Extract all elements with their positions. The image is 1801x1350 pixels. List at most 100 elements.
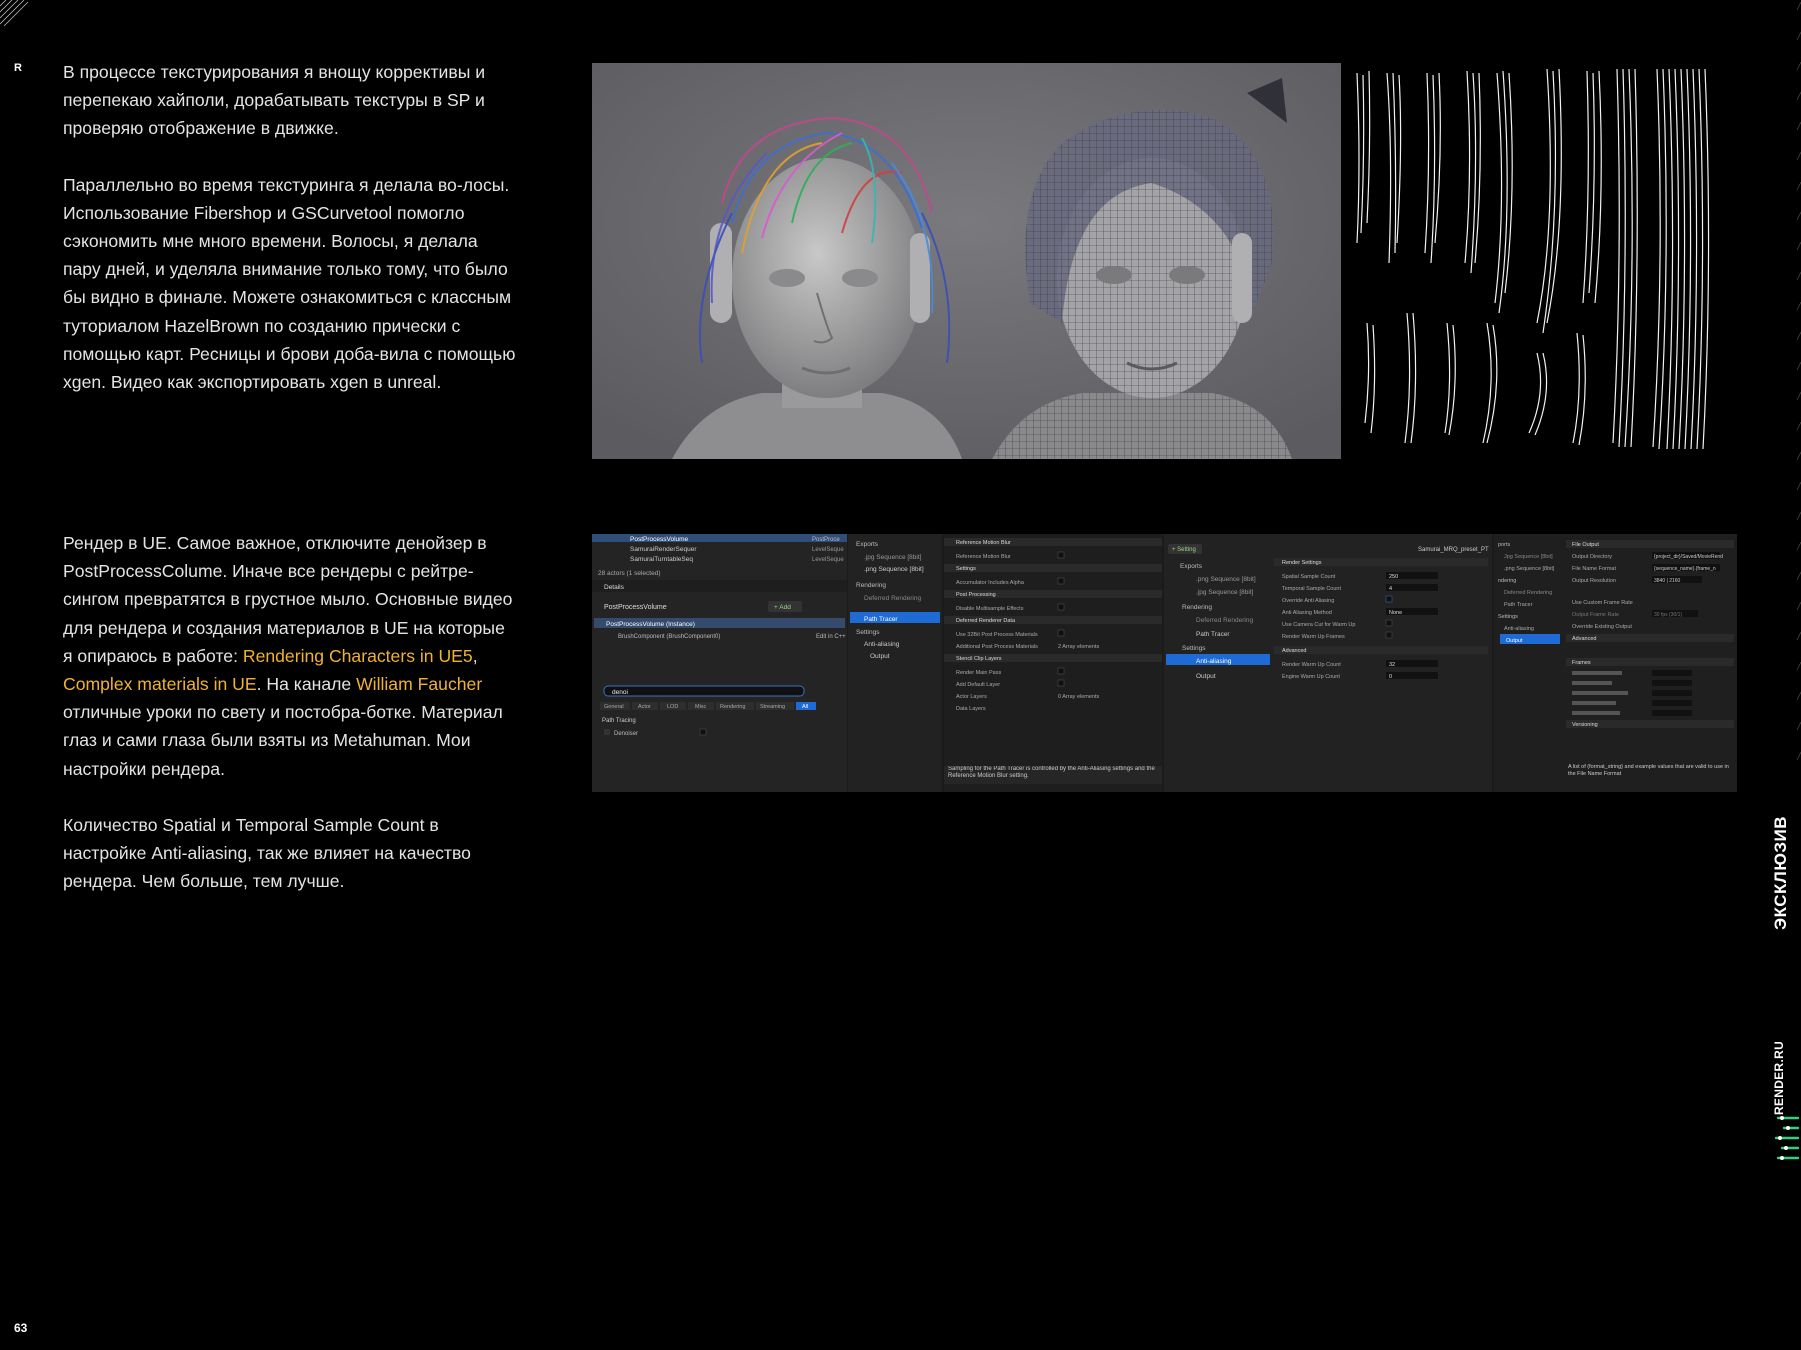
svg-text:Anti-aliasing: Anti-aliasing [864,641,900,648]
hair-model-illustration [592,63,1341,459]
ue-pt-tooltip: Sampling for the Path Tracer is controll… [948,766,1155,779]
link-rendering-characters[interactable]: Rendering Characters in UE5 [243,646,473,666]
svg-text:Anti-aliasing: Anti-aliasing [1196,658,1232,665]
link-complex-materials[interactable]: Complex materials in UE [63,674,257,694]
svg-text:Settings: Settings [1498,614,1518,620]
corner-hatch-decoration [0,0,29,27]
svg-text:Exports: Exports [856,541,879,548]
site-label-render-ru: RENDER.RU [1772,1040,1786,1115]
svg-text:PostProce: PostProce [812,537,840,543]
svg-text:Output Frame Rate: Output Frame Rate [1572,612,1619,618]
section-label-exclusive: ЭКСКЛЮЗИВ [1771,815,1790,930]
paragraph-texturing: В процессе текстурирования я внощу корре… [63,62,486,139]
svg-text:Anti Aliasing Method: Anti Aliasing Method [1282,610,1332,616]
ue-outliner-panel: PostProcessVolume PostProce SamuraiRende… [592,534,847,792]
svg-text:LevelSeque: LevelSeque [812,557,844,563]
svg-text:Rendering: Rendering [856,582,886,589]
link-william-faucher[interactable]: William Faucher [356,674,482,694]
svg-text:LevelSeque: LevelSeque [812,547,844,553]
svg-text:Output: Output [870,653,890,660]
svg-text:Render Settings: Render Settings [1282,560,1322,566]
svg-text:All: All [802,704,808,710]
svg-text:Path Tracer: Path Tracer [864,616,898,623]
svg-text:SamuraiRenderSequer: SamuraiRenderSequer [630,546,697,553]
unreal-engine-settings-screenshot: PostProcessVolume PostProce SamuraiRende… [592,534,1737,792]
svg-text:32: 32 [1389,662,1395,668]
text-column-top: В процессе текстурирования я внощу корре… [63,58,518,424]
hair-cards-illustration [1347,63,1733,459]
svg-text:Settings: Settings [856,629,880,636]
svg-text:{project_dir}/Saved/MovieRend: {project_dir}/Saved/MovieRend [1654,554,1723,560]
corner-letter: R [14,62,22,74]
svg-text:Disable Multisample Effects: Disable Multisample Effects [956,606,1024,612]
svg-text:Deferred Rendering: Deferred Rendering [1504,590,1552,596]
svg-text:Override Anti Aliasing: Override Anti Aliasing [1282,598,1334,604]
svg-text:LOD: LOD [667,704,678,710]
svg-text:.jpg Sequence [8bit]: .jpg Sequence [8bit] [1196,589,1254,596]
svg-text:Advanced: Advanced [1572,636,1596,642]
svg-text:Reference Motion Blur: Reference Motion Blur [956,554,1011,560]
svg-text:Exports: Exports [1180,563,1203,570]
svg-text:Frames: Frames [1572,660,1591,666]
svg-text:General: General [604,704,624,710]
svg-text:Output Resolution: Output Resolution [1572,578,1616,584]
svg-text:PostProcessVolume: PostProcessVolume [630,536,689,543]
svg-text:Rendering: Rendering [1182,604,1212,611]
hair-model-image [592,63,1341,459]
svg-text:Misc: Misc [695,704,707,710]
svg-text:Engine Warm Up Count: Engine Warm Up Count [1282,674,1340,680]
svg-text:Samurai_MRQ_preset_PT: Samurai_MRQ_preset_PT [1418,547,1489,553]
svg-text:30 fps (30/1): 30 fps (30/1) [1654,612,1682,618]
svg-text:.png Sequence [8bit]: .png Sequence [8bit] [1504,566,1555,572]
svg-text:Deferred Renderer Data: Deferred Renderer Data [956,618,1016,624]
svg-text:0: 0 [1389,674,1392,680]
svg-text:Path Tracer: Path Tracer [1196,631,1230,638]
svg-text:Path Tracing: Path Tracing [602,718,636,724]
svg-text:Jpg Sequence [8bit]: Jpg Sequence [8bit] [1504,554,1553,560]
text-column-bottom: Рендер в UE. Самое важное, отключите ден… [63,529,518,923]
svg-text:Use Custom Frame Rate: Use Custom Frame Rate [1572,600,1633,606]
svg-text:{sequence_name}.{frame_n: {sequence_name}.{frame_n [1654,566,1716,572]
ue-output-panel: ports Jpg Sequence [8bit] .png Sequence … [1494,534,1737,792]
svg-text:Render Main Pass: Render Main Pass [956,670,1001,676]
svg-text:SamuraiTurntableSeq: SamuraiTurntableSeq [630,556,693,563]
svg-text:Streaming: Streaming [760,704,785,710]
svg-text:Render Warm Up Count: Render Warm Up Count [1282,662,1341,668]
svg-text:Settings: Settings [1182,645,1206,652]
svg-text:Path Tracer: Path Tracer [1504,602,1533,608]
svg-text:28 actors (1 selected): 28 actors (1 selected) [598,570,661,577]
svg-text:Settings: Settings [956,566,976,572]
svg-text:Details: Details [604,584,625,591]
svg-text:Deferred Rendering: Deferred Rendering [864,595,921,602]
svg-text:Temporal Sample Count: Temporal Sample Count [1282,586,1341,592]
svg-text:Reference Motion Blur: Reference Motion Blur [956,540,1011,546]
svg-text:Actor Layers: Actor Layers [956,694,987,700]
paragraph-hair: Параллельно во время текстуринга я делал… [63,174,516,393]
svg-text:BrushComponent (BrushComponent: BrushComponent (BrushComponent0) [618,634,720,640]
render-text-sep: , [472,645,478,666]
svg-text:Stencil Clip Layers: Stencil Clip Layers [956,656,1002,662]
svg-text:Use Camera Cut for Warm Up: Use Camera Cut for Warm Up [1282,622,1355,628]
paragraph-render: Рендер в UE. Самое важное, отключите ден… [63,529,518,783]
ue-panels: PostProcessVolume PostProce SamuraiRende… [592,534,1737,792]
hair-cards-texture-image [1347,63,1733,459]
svg-text:Output: Output [1196,673,1216,680]
svg-text:PostProcessVolume (Instance): PostProcessVolume (Instance) [606,621,695,628]
svg-text:Edit in C++: Edit in C++ [816,634,846,640]
svg-text:File Name Format: File Name Format [1572,566,1616,572]
svg-text:+ Setting: + Setting [1172,547,1196,553]
svg-text:Accumulator Includes Alpha: Accumulator Includes Alpha [956,580,1025,586]
svg-text:+ Add: + Add [774,604,791,611]
svg-text:4: 4 [1389,586,1392,592]
svg-text:3840 | 2160: 3840 | 2160 [1654,578,1681,584]
svg-text:.png Sequence [8bit]: .png Sequence [8bit] [1196,576,1256,583]
svg-text:Render Warm Up Frames: Render Warm Up Frames [1282,634,1345,640]
ue-output-tooltip: A list of (format_string} and example va… [1568,764,1729,777]
svg-text:Additional Post Process Materi: Additional Post Process Materials [956,644,1038,650]
svg-text:Denoiser: Denoiser [614,731,638,737]
svg-text:Data Layers: Data Layers [956,706,986,712]
svg-text:Rendering: Rendering [720,704,745,710]
svg-text:ndering: ndering [1498,578,1516,584]
svg-text:.jpg Sequence [8bit]: .jpg Sequence [8bit] [864,554,922,561]
svg-text:2 Array elements: 2 Array elements [1058,644,1100,650]
